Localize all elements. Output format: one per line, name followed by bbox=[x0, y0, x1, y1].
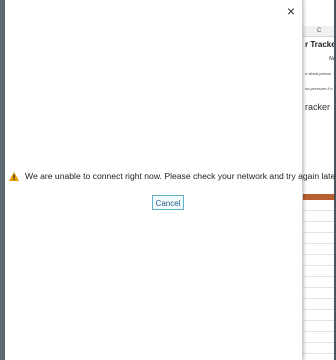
sheet-grid bbox=[301, 200, 336, 360]
error-message-row: We are unable to connect right now. Plea… bbox=[9, 171, 336, 181]
error-message-text: We are unable to connect right now. Plea… bbox=[25, 171, 336, 181]
sheet-note-1: e blood pressu bbox=[305, 71, 332, 76]
column-header-c: C bbox=[301, 26, 336, 37]
warning-icon bbox=[9, 171, 19, 181]
sheet-note-2: od-pressure il o bbox=[305, 86, 333, 91]
connection-error-dialog: × We are unable to connect right now. Pl… bbox=[5, 0, 336, 360]
cancel-button[interactable]: Cancel bbox=[152, 195, 184, 210]
sheet-tracker-fragment: racker bbox=[305, 102, 331, 112]
sheet-title-fragment: r Tracke bbox=[305, 40, 336, 49]
close-button[interactable]: × bbox=[283, 3, 299, 19]
